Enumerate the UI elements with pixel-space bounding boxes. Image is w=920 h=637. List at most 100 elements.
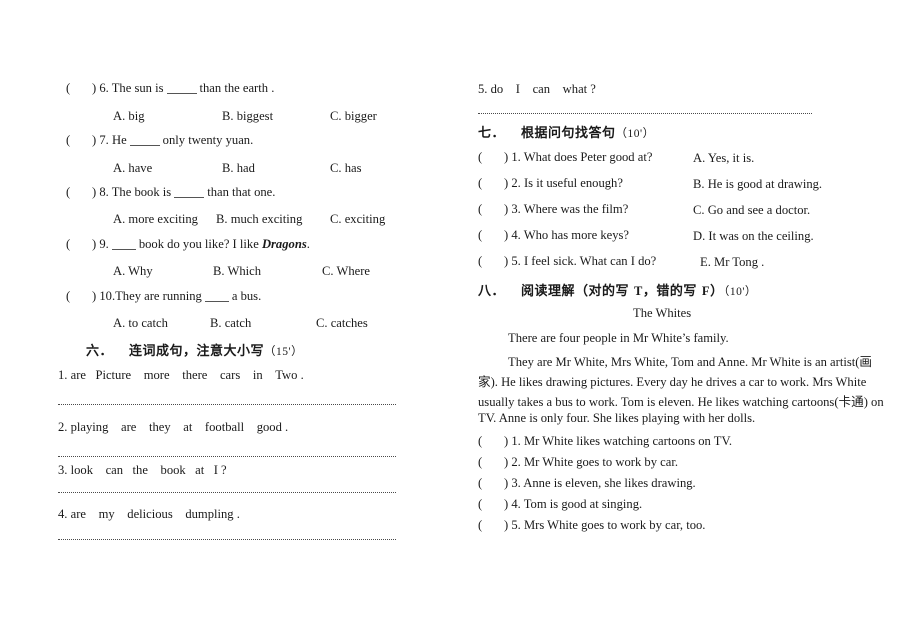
mc-option-c[interactable]: C. bigger xyxy=(330,109,377,124)
answer-bracket-open[interactable]: ( xyxy=(478,177,504,190)
answer-bracket-close[interactable]: ) xyxy=(92,81,96,95)
answer-bracket-open[interactable]: ( xyxy=(478,456,504,469)
answer-bracket-open[interactable]: ( xyxy=(66,134,92,147)
question-text: Where was the film? xyxy=(523,202,629,216)
answer-blank[interactable] xyxy=(111,249,136,250)
mc-option-a[interactable]: A. to catch xyxy=(113,316,168,331)
answer-bracket-open[interactable]: ( xyxy=(478,151,504,164)
scramble-word: cars xyxy=(219,368,241,382)
stem-text-after: a bus. xyxy=(231,289,262,303)
answer-writing-line[interactable] xyxy=(58,456,396,457)
answer-writing-line[interactable] xyxy=(58,492,396,493)
scramble-word: in xyxy=(252,368,263,382)
passage-line: 家). He likes drawing pictures. Every day… xyxy=(478,375,867,389)
scramble-word: can xyxy=(532,82,551,96)
item-number: 5. xyxy=(478,82,488,96)
statement-number: 2. xyxy=(511,455,521,469)
answer-bracket-close[interactable]: ) xyxy=(92,133,96,147)
passage-title: The Whites xyxy=(633,306,692,320)
mc-option-a[interactable]: A. have xyxy=(113,161,152,176)
answer-writing-line[interactable] xyxy=(58,539,396,540)
statement-number: 3. xyxy=(511,476,521,490)
answer-blank[interactable] xyxy=(204,301,229,302)
answer-bracket-close[interactable]: ) xyxy=(504,455,508,469)
answer-bracket-close[interactable]: ) xyxy=(92,185,96,199)
question-number: 8. xyxy=(99,185,109,199)
worksheet-page: () 6. The sun is than the earth . A. big … xyxy=(0,0,920,637)
scramble-item: 3. look can the book at I ? xyxy=(58,463,227,478)
section-number: 六． xyxy=(86,344,114,359)
answer-bracket-close[interactable]: ) xyxy=(504,476,508,490)
mc-option-a[interactable]: A. Why xyxy=(113,264,153,279)
answer-blank[interactable] xyxy=(166,93,197,94)
answer-bracket-open[interactable]: ( xyxy=(66,186,92,199)
scramble-word: dumpling . xyxy=(185,507,240,521)
answer-bracket-close[interactable]: ) xyxy=(92,289,96,303)
answer-bracket-open[interactable]: ( xyxy=(478,477,504,490)
scramble-word: playing xyxy=(70,420,109,434)
scramble-word: are xyxy=(70,368,86,382)
answer-writing-line[interactable] xyxy=(478,113,812,114)
answer-bracket-open[interactable]: ( xyxy=(478,435,504,448)
passage-line: There are four people in Mr White’s fami… xyxy=(508,331,729,345)
scramble-word: my xyxy=(98,507,115,521)
answer-bracket-close[interactable]: ) xyxy=(504,254,508,268)
mc-option-b[interactable]: B. much exciting xyxy=(216,212,302,227)
answer-blank[interactable] xyxy=(174,197,205,198)
answer-bracket-open[interactable]: ( xyxy=(478,203,504,216)
answer-bracket-open[interactable]: ( xyxy=(66,238,92,251)
mc-option-b[interactable]: B. catch xyxy=(210,316,251,331)
scramble-word: they xyxy=(148,420,171,434)
mc-option-c[interactable]: C. catches xyxy=(316,316,368,331)
match-answer[interactable]: B. He is good at drawing. xyxy=(693,177,822,192)
match-answer[interactable]: C. Go and see a doctor. xyxy=(693,203,810,218)
answer-bracket-open[interactable]: ( xyxy=(478,229,504,242)
answer-bracket-close[interactable]: ) xyxy=(92,237,96,251)
stem-text-after: book do you like? I like xyxy=(138,237,262,251)
section-title: 根据问句找答句 xyxy=(521,126,616,141)
question-number: 5. xyxy=(511,254,521,268)
answer-bracket-close[interactable]: ) xyxy=(504,202,508,216)
answer-bracket-open[interactable]: ( xyxy=(478,519,504,532)
mc-option-a[interactable]: A. big xyxy=(113,109,144,124)
stem-text-tail: . xyxy=(306,237,310,251)
match-answer[interactable]: A. Yes, it is. xyxy=(693,151,754,166)
answer-bracket-close[interactable]: ) xyxy=(504,150,508,164)
answer-bracket-close[interactable]: ) xyxy=(504,228,508,242)
answer-writing-line[interactable] xyxy=(58,404,396,405)
scramble-word: I xyxy=(515,82,520,96)
question-number: 4. xyxy=(511,228,521,242)
answer-bracket-close[interactable]: ) xyxy=(504,434,508,448)
stem-text-before: The sun is xyxy=(111,81,164,95)
answer-bracket-close[interactable]: ) xyxy=(504,497,508,511)
question-number: 10. xyxy=(99,289,116,303)
scramble-word: delicious xyxy=(127,507,173,521)
scramble-word: at xyxy=(195,463,205,477)
scramble-word: football xyxy=(204,420,245,434)
match-answer[interactable]: D. It was on the ceiling. xyxy=(693,229,814,244)
mc-option-a[interactable]: A. more exciting xyxy=(113,212,198,227)
answer-blank[interactable] xyxy=(129,145,160,146)
mc-option-c[interactable]: C. exciting xyxy=(330,212,385,227)
stem-text-before: He xyxy=(111,133,127,147)
stem-text-after: than that one. xyxy=(207,185,276,199)
question-number: 2. xyxy=(511,176,521,190)
item-number: 4. xyxy=(58,507,68,521)
answer-bracket-open[interactable]: ( xyxy=(478,255,504,268)
answer-bracket-open[interactable]: ( xyxy=(66,82,92,95)
answer-bracket-close[interactable]: ) xyxy=(504,176,508,190)
mc-option-c[interactable]: C. has xyxy=(330,161,361,176)
match-answer[interactable]: E. Mr Tong . xyxy=(700,255,764,270)
scramble-word: book xyxy=(160,463,186,477)
answer-bracket-open[interactable]: ( xyxy=(478,498,504,511)
mc-option-c[interactable]: C. Where xyxy=(322,264,370,279)
answer-bracket-close[interactable]: ) xyxy=(504,518,508,532)
mc-option-b[interactable]: B. biggest xyxy=(222,109,273,124)
stem-text-before: The book is xyxy=(111,185,172,199)
answer-bracket-open[interactable]: ( xyxy=(66,290,92,303)
scramble-item: 5. do I can what ? xyxy=(478,82,596,97)
item-number: 2. xyxy=(58,420,68,434)
section-score: （10'） xyxy=(615,128,655,140)
mc-option-b[interactable]: B. had xyxy=(222,161,255,176)
mc-option-b[interactable]: B. Which xyxy=(213,264,261,279)
